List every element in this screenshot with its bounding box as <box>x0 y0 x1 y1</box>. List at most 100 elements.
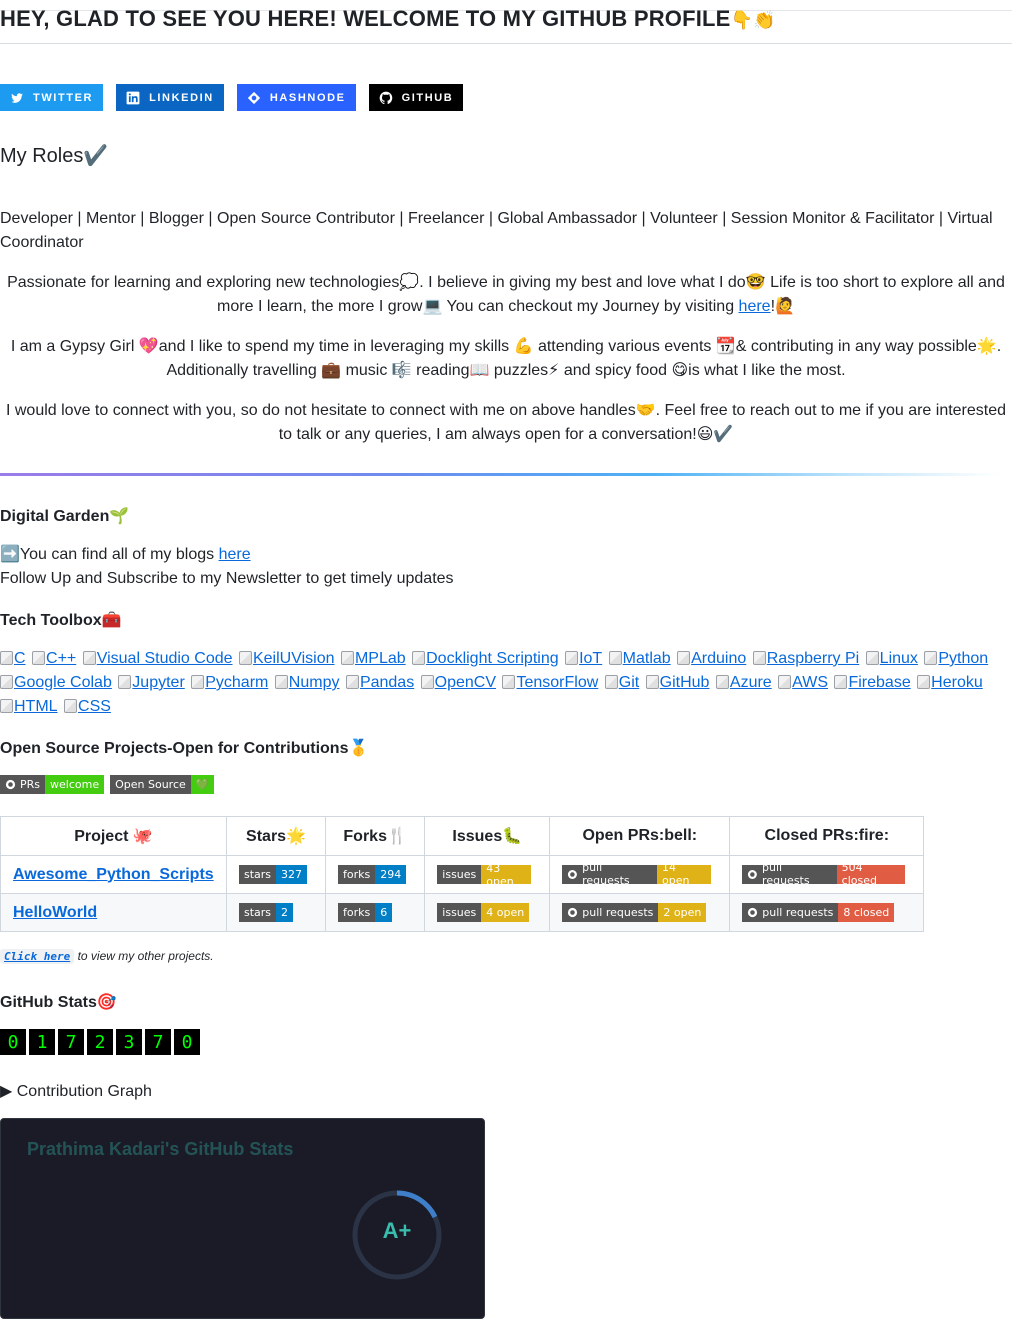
broken-image-icon <box>412 651 426 665</box>
broken-image-icon <box>340 651 354 665</box>
visitor-counter: 0 1 7 2 3 7 0 <box>0 1029 200 1055</box>
broken-image-icon <box>924 651 938 665</box>
tool-html[interactable]: HTML <box>0 698 58 715</box>
twitter-icon <box>11 92 23 103</box>
github-icon <box>748 907 758 917</box>
issues-badge[interactable]: issues 4 open <box>437 903 530 922</box>
github-badge[interactable]: GITHUB <box>368 84 464 111</box>
tool-cpp[interactable]: C++ <box>32 650 76 667</box>
col-forks: Forks🍴 <box>325 816 426 856</box>
open-source-heading: Open Source Projects-Open for Contributi… <box>0 740 369 757</box>
about-paragraph-3: I would love to connect with you, so do … <box>5 402 1007 443</box>
counter-digit: 0 <box>174 1029 200 1055</box>
project-link[interactable]: Awesome_Python_Scripts <box>13 866 214 883</box>
broken-image-icon <box>778 675 792 689</box>
counter-digit: 0 <box>0 1029 26 1055</box>
col-stars: Stars🌟 <box>225 816 327 856</box>
closed-prs-badge[interactable]: pull requests 504 closed <box>742 861 906 887</box>
closed-prs-badge[interactable]: pull requests 8 closed <box>742 902 895 922</box>
stars-badge[interactable]: stars 327 <box>239 865 308 884</box>
twitter-badge[interactable]: TWITTER <box>0 84 104 111</box>
col-issues: Issues🐛 <box>424 816 551 856</box>
broken-image-icon <box>345 675 359 689</box>
forks-badge[interactable]: forks 6 <box>338 903 393 922</box>
broken-image-icon <box>834 675 848 689</box>
blogs-line: ➡️You can find all of my blogs here <box>0 543 1012 567</box>
counter-digit: 3 <box>116 1029 142 1055</box>
about-p1-text: Passionate for learning and exploring ne… <box>7 274 1005 315</box>
linkedin-badge[interactable]: LINKEDIN <box>116 84 224 111</box>
click-here-link[interactable]: Click here <box>0 949 75 964</box>
broken-image-icon <box>274 675 288 689</box>
broken-image-icon <box>645 675 659 689</box>
broken-image-icon <box>0 699 13 713</box>
tool-tensorflow[interactable]: TensorFlow <box>502 674 598 691</box>
hashnode-badge[interactable]: HASHNODE <box>236 84 356 111</box>
issues-badge[interactable]: issues 43 open <box>437 862 532 888</box>
tool-vscode[interactable]: Visual Studio Code <box>82 650 233 667</box>
tool-linux[interactable]: Linux <box>865 650 918 667</box>
tool-matlab[interactable]: Matlab <box>608 650 671 667</box>
roles-heading: My Roles✔️ <box>0 145 109 167</box>
table-row: HelloWorld stars 2 forks 6 issues 4 open pu… <box>0 893 925 932</box>
open-prs-badge[interactable]: pull requests 14 open <box>562 861 712 887</box>
tool-raspberry-pi[interactable]: Raspberry Pi <box>752 650 859 667</box>
tool-github[interactable]: GitHub <box>645 674 709 691</box>
open-source-badge[interactable]: Open Source 💚 <box>110 775 215 794</box>
title-emoji: 👇👏 <box>730 10 776 30</box>
open-prs-badge[interactable]: pull requests 2 open <box>562 902 707 922</box>
counter-digit: 1 <box>29 1029 55 1055</box>
github-stats-heading: GitHub Stats🎯 <box>0 994 117 1011</box>
journey-link[interactable]: here <box>739 298 771 315</box>
broken-image-icon <box>677 651 691 665</box>
tool-aws[interactable]: AWS <box>778 674 828 691</box>
tool-keiluvision[interactable]: KeilUVision <box>238 650 335 667</box>
tool-google-colab[interactable]: Google Colab <box>0 674 112 691</box>
tool-jupyter[interactable]: Jupyter <box>118 674 185 691</box>
tool-css[interactable]: CSS <box>64 698 111 715</box>
tool-pandas[interactable]: Pandas <box>345 674 414 691</box>
tool-mplab[interactable]: MPLab <box>340 650 406 667</box>
broken-image-icon <box>0 651 13 665</box>
about-p1-end: !🙋 <box>770 298 795 315</box>
table-row: Awesome_Python_Scripts stars 327 forks 294… <box>0 855 925 894</box>
broken-image-icon <box>604 675 618 689</box>
blogs-link[interactable]: here <box>219 546 251 563</box>
tech-toolbox-heading: Tech Toolbox🧰 <box>0 612 122 629</box>
tool-pycharm[interactable]: Pycharm <box>191 674 268 691</box>
tool-azure[interactable]: Azure <box>715 674 772 691</box>
stars-badge[interactable]: stars 2 <box>239 903 294 922</box>
tool-heroku[interactable]: Heroku <box>917 674 983 691</box>
broken-image-icon <box>565 651 579 665</box>
broken-image-icon <box>865 651 879 665</box>
project-link[interactable]: HelloWorld <box>13 904 97 921</box>
tool-firebase[interactable]: Firebase <box>834 674 911 691</box>
tool-arduino[interactable]: Arduino <box>677 650 746 667</box>
tool-python[interactable]: Python <box>924 650 988 667</box>
tool-git[interactable]: Git <box>604 674 639 691</box>
contribution-graph-toggle[interactable]: ▶ Contribution Graph <box>0 1081 152 1101</box>
forks-badge[interactable]: forks 294 <box>338 865 407 884</box>
github-label: GITHUB <box>401 91 454 104</box>
page-title: HEY, GLAD TO SEE YOU HERE! WELCOME TO MY… <box>0 6 1012 44</box>
github-icon <box>379 91 392 104</box>
broken-image-icon <box>238 651 252 665</box>
prs-welcome-badge[interactable]: PRs welcome <box>0 775 105 794</box>
tool-numpy[interactable]: Numpy <box>274 674 339 691</box>
tool-c[interactable]: C <box>0 650 26 667</box>
grade-value: A+ <box>382 1218 412 1243</box>
tool-opencv[interactable]: OpenCV <box>420 674 496 691</box>
about-paragraph-2: I am a Gypsy Girl 💖and I like to spend m… <box>10 338 1002 379</box>
github-stats-card: Prathima Kadari's GitHub Stats A+ <box>0 1118 485 1319</box>
github-icon <box>5 779 16 790</box>
about-paragraph-1: Passionate for learning and exploring ne… <box>0 271 1012 319</box>
broken-image-icon <box>420 675 434 689</box>
broken-image-icon <box>608 651 622 665</box>
tech-toolbox-list: C C++ Visual Studio Code KeilUVision MPL… <box>0 647 1012 719</box>
tool-iot[interactable]: IoT <box>565 650 602 667</box>
broken-image-icon <box>752 651 766 665</box>
counter-digit: 2 <box>87 1029 113 1055</box>
open-source-badges: PRs welcome Open Source 💚 <box>0 775 220 794</box>
broken-image-icon <box>64 699 78 713</box>
tool-docklight[interactable]: Docklight Scripting <box>412 650 559 667</box>
